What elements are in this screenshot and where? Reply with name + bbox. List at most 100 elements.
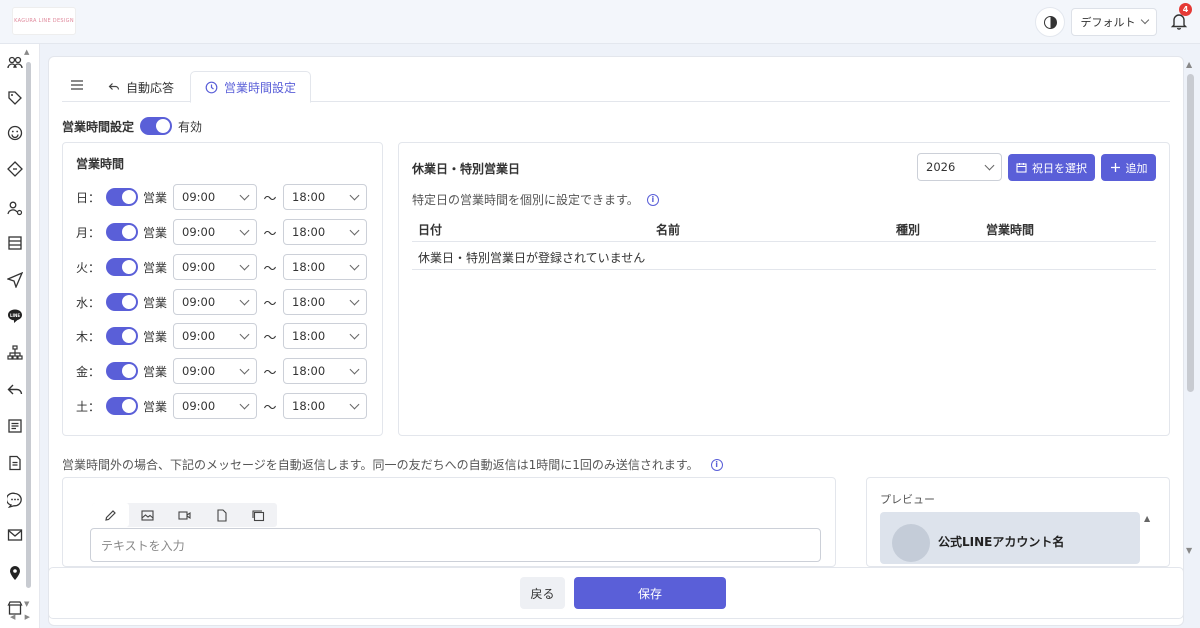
day-open-toggle[interactable] [106,223,138,241]
year-value: 2026 [926,160,956,174]
reply-icon [108,83,120,90]
file-tool-button[interactable] [203,503,240,527]
sidebar-item-auto-reply[interactable] [6,381,24,399]
main-scroll-up-icon[interactable]: ▲ [1186,60,1192,69]
scroll-right-icon[interactable]: ▶ [25,613,30,628]
menu-icon[interactable] [70,79,84,91]
end-time-select[interactable]: 18:00 [283,254,367,280]
business-hours-enable-toggle[interactable] [140,117,173,135]
top-bar: KAGURA LINE DESIGN デフォルト 4 [0,0,1200,44]
end-time-select[interactable]: 18:00 [283,358,367,384]
carousel-tool-button[interactable] [240,503,277,527]
workspace-selector[interactable]: デフォルト [1071,8,1157,36]
end-time-select[interactable]: 18:00 [283,219,367,245]
text-tool-button[interactable] [92,503,129,527]
sidebar-item-forms[interactable] [6,454,24,472]
day-open-toggle[interactable] [106,258,138,276]
sitemap-icon [7,345,23,360]
year-select[interactable]: 2026 [917,153,1002,181]
form-icon [9,455,21,471]
time-separator: 〜 [263,191,277,207]
holidays-description: 特定日の営業時間を個別に設定できます。 i [412,191,659,208]
sidebar-item-stickers[interactable] [6,124,24,142]
sidebar-item-user-settings[interactable] [6,199,24,217]
sidebar-scroll-up-icon[interactable]: ▲ [24,48,29,56]
chevron-down-icon [349,295,360,305]
day-row: 木： 営業 09:00 〜 18:00 [76,323,367,349]
scroll-left-icon[interactable]: ◀ [10,613,15,628]
back-button[interactable]: 戻る [520,577,565,609]
end-time-select[interactable]: 18:00 [283,289,367,315]
day-open-toggle[interactable] [106,293,138,311]
info-icon[interactable]: i [710,458,723,471]
sidebar-item-broadcast[interactable] [6,271,24,289]
chevron-down-icon [349,190,360,200]
user-gear-icon [7,201,23,216]
sidebar-item-flow[interactable] [6,344,24,362]
tab-auto-reply[interactable]: 自動応答 [94,71,188,103]
day-open-toggle[interactable] [106,397,138,415]
logo-text: KAGURA LINE DESIGN [14,18,74,24]
video-tool-button[interactable] [166,503,203,527]
sidebar-item-tags[interactable] [6,89,24,107]
sidebar-item-friends[interactable] [6,54,24,72]
sidebar-horizontal-scroll[interactable]: ◀ ▶ [0,613,40,628]
theme-toggle-button[interactable] [1035,7,1065,37]
sidebar-item-rich-menu[interactable] [6,234,24,252]
tab-auto-reply-label: 自動応答 [126,80,175,95]
start-time-select[interactable]: 09:00 [173,323,257,349]
time-separator: 〜 [263,365,277,381]
day-row: 水： 営業 09:00 〜 18:00 [76,289,367,315]
start-time-select[interactable]: 09:00 [173,289,257,315]
message-text-input[interactable]: テキストを入力 [90,528,821,562]
sidebar-item-templates[interactable] [6,417,24,435]
open-label: 営業 [143,399,168,414]
notification-badge: 4 [1179,3,1192,16]
smile-icon [7,125,23,141]
open-label: 営業 [143,295,168,310]
sidebar-item-mail[interactable] [6,526,24,544]
main-scroll-down-icon[interactable]: ▼ [1186,546,1192,555]
reply-icon [7,384,23,395]
image-tool-button[interactable] [129,503,166,527]
main-scrollbar[interactable] [1187,74,1194,392]
chevron-down-icon [239,399,250,409]
end-time-select[interactable]: 18:00 [283,184,367,210]
tab-business-hours[interactable]: 営業時間設定 [190,71,312,103]
day-open-toggle[interactable] [106,362,138,380]
sidebar-item-coupons[interactable] [6,160,24,178]
sidebar-item-line[interactable]: LINE [6,307,24,325]
gallery-icon [252,509,265,521]
sidebar-item-chat[interactable] [6,491,24,509]
time-separator: 〜 [263,226,277,242]
end-time-select[interactable]: 18:00 [283,393,367,419]
start-time-select[interactable]: 09:00 [173,219,257,245]
start-time-select[interactable]: 09:00 [173,393,257,419]
chevron-down-icon [239,225,250,235]
sidebar-scrollbar[interactable] [26,62,31,588]
chevron-down-icon [349,399,360,409]
sidebar-item-location[interactable] [6,564,24,582]
info-icon[interactable]: i [646,193,659,206]
save-button[interactable]: 保存 [574,577,726,609]
add-holiday-button[interactable]: 追加 [1101,154,1156,181]
preview-scroll-up-icon[interactable]: ▲ [1144,514,1150,523]
preview-label: プレビュー [880,493,935,506]
start-time-select[interactable]: 09:00 [173,358,257,384]
workspace-label: デフォルト [1080,16,1136,29]
open-label: 営業 [143,225,168,240]
sidebar-scroll-down-icon[interactable]: ▼ [24,600,29,608]
day-open-toggle[interactable] [106,188,138,206]
app-logo[interactable]: KAGURA LINE DESIGN [12,7,76,35]
end-time-select[interactable]: 18:00 [283,323,367,349]
file-icon [217,508,227,522]
start-time-select[interactable]: 09:00 [173,254,257,280]
select-holidays-button[interactable]: 祝日を選択 [1008,154,1095,181]
start-time-value: 09:00 [182,364,216,378]
day-row: 火： 営業 09:00 〜 18:00 [76,254,367,280]
start-time-select[interactable]: 09:00 [173,184,257,210]
list-icon [8,236,22,250]
end-time-value: 18:00 [292,260,326,274]
day-open-toggle[interactable] [106,327,138,345]
time-separator: 〜 [263,400,277,416]
